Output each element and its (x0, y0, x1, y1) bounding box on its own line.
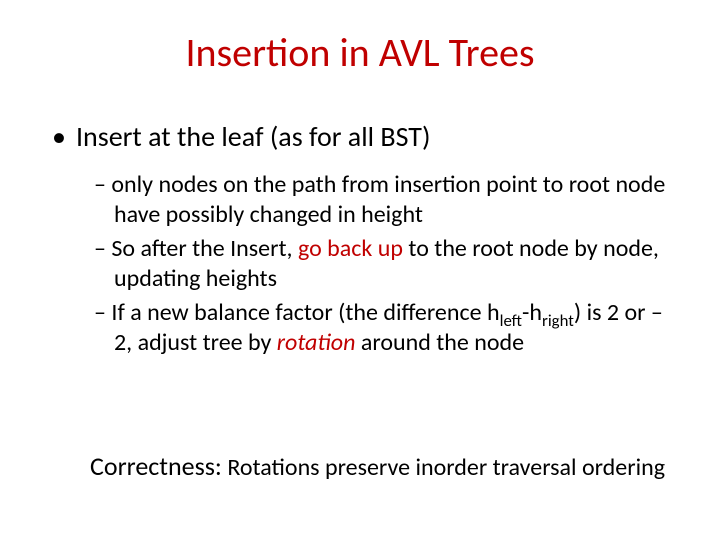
dash-glyph: – (94, 234, 106, 263)
bullet-1-text: Insert at the leaf (as for all BST) (76, 119, 430, 154)
sub-bullet-1: – only nodes on the path from insertion … (94, 170, 672, 230)
sub-bullet-2-emphasis: go back up (298, 234, 403, 263)
correctness-text: Rotations preserve inorder traversal ord… (222, 453, 665, 482)
sub-bullet-3-post2: around the node (355, 328, 524, 357)
sub-bullet-3-pre: If a new balance factor (the difference … (111, 298, 499, 327)
bullet-glyph: • (52, 120, 76, 154)
slide-body: •Insert at the leaf (as for all BST) – o… (52, 120, 672, 362)
bullet-level-1: •Insert at the leaf (as for all BST) (52, 120, 672, 154)
correctness-line: Correctness: Rotations preserve inorder … (90, 450, 665, 482)
dash-glyph: – (94, 298, 106, 327)
sub-bullet-2: – So after the Insert, go back up to the… (94, 234, 672, 294)
correctness-label: Correctness: (90, 450, 222, 482)
slide: Insertion in AVL Trees •Insert at the le… (0, 0, 720, 540)
rotation-word: rotation (277, 328, 356, 357)
sub-bullet-1-text: only nodes on the path from insertion po… (111, 170, 665, 229)
sub-bullet-2-pre: So after the Insert, (111, 234, 298, 263)
sub-bullet-3: – If a new balance factor (the differenc… (94, 298, 672, 358)
sub-bullet-3-mid: -h (522, 298, 542, 327)
dash-glyph: – (94, 170, 106, 199)
subscript-right: right (542, 309, 574, 330)
slide-title: Insertion in AVL Trees (0, 28, 720, 77)
